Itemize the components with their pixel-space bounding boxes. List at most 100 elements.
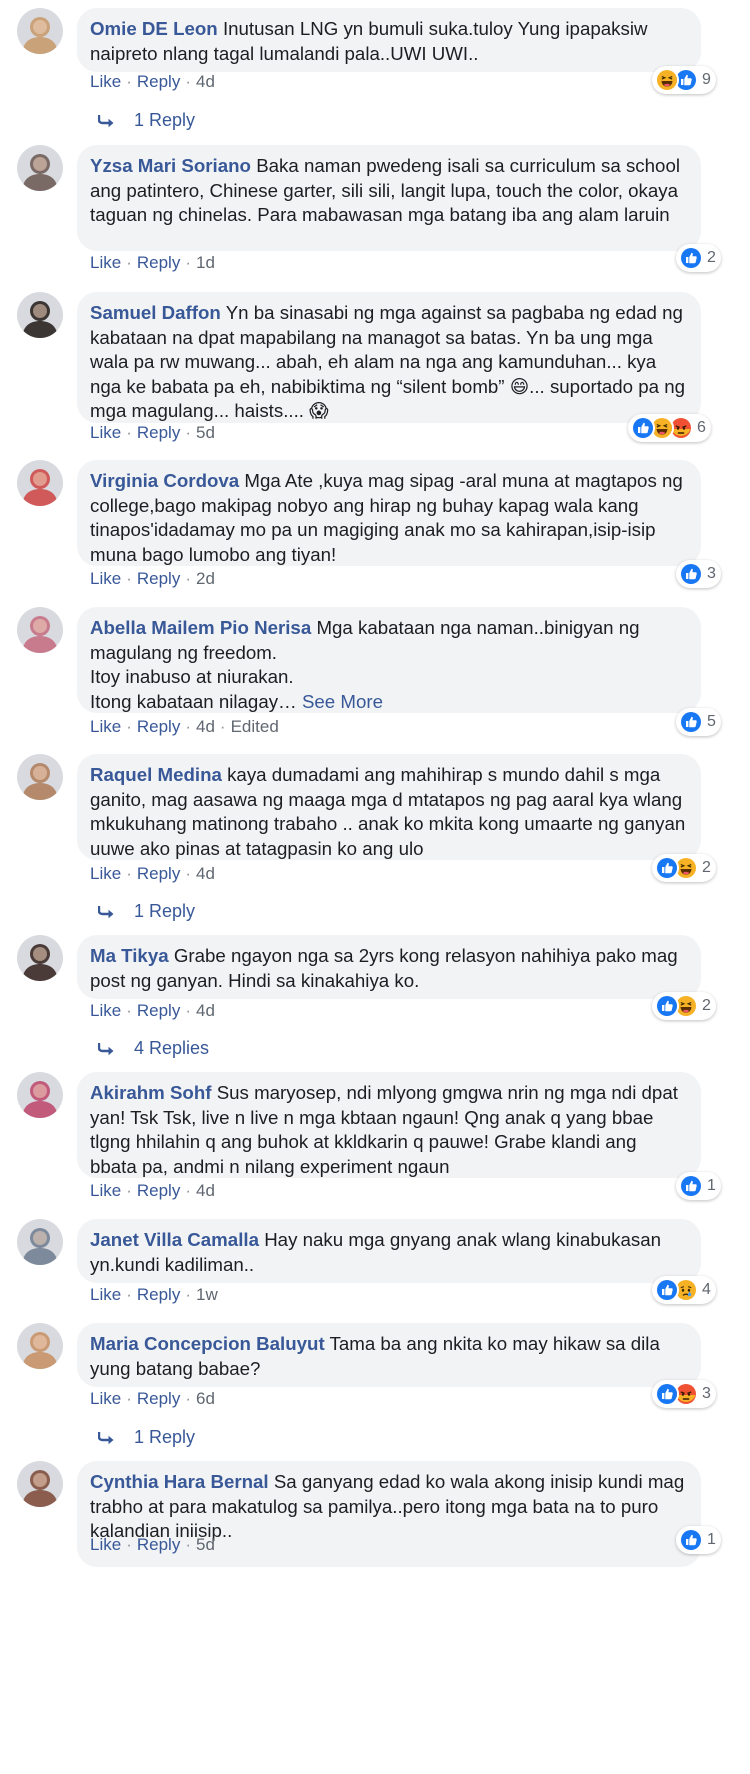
commenter-name[interactable]: Abella Mailem Pio Nerisa [90, 617, 311, 638]
reply-button[interactable]: Reply [137, 569, 180, 588]
reply-button[interactable]: Reply [137, 1389, 180, 1408]
reaction-summary[interactable]: 2 [652, 854, 716, 882]
commenter-name[interactable]: Janet Villa Camalla [90, 1229, 259, 1250]
view-replies-link[interactable]: 1 Reply [98, 901, 195, 922]
avatar[interactable] [17, 1323, 63, 1369]
view-replies-link[interactable]: 4 Replies [98, 1038, 209, 1059]
comment-actions: Like · Reply · 1d [90, 253, 215, 273]
reply-button[interactable]: Reply [137, 72, 180, 91]
separator-dot: · [185, 569, 191, 588]
like-button[interactable]: Like [90, 1389, 121, 1408]
comment-timestamp[interactable]: 4d [196, 1181, 215, 1200]
comment-timestamp[interactable]: 5d [196, 1535, 215, 1554]
reaction-summary[interactable]: 3 [676, 560, 721, 588]
reaction-summary[interactable]: 1 [676, 1172, 721, 1200]
commenter-name[interactable]: Omie DE Leon [90, 18, 218, 39]
commenter-name[interactable]: Raquel Medina [90, 764, 222, 785]
comment-timestamp[interactable]: 4d [196, 864, 215, 883]
reaction-summary[interactable]: 3 [652, 1380, 716, 1408]
separator-dot: · [219, 717, 226, 736]
edited-label[interactable]: Edited [231, 717, 279, 736]
like-reaction-icon [679, 246, 703, 270]
separator-dot: · [126, 864, 132, 883]
avatar[interactable] [17, 607, 63, 653]
separator-dot: · [126, 1181, 132, 1200]
like-button[interactable]: Like [90, 864, 121, 883]
separator-dot: · [126, 717, 132, 736]
like-button[interactable]: Like [90, 1285, 121, 1304]
like-button[interactable]: Like [90, 569, 121, 588]
avatar[interactable] [17, 292, 63, 338]
reaction-summary[interactable]: 4 [652, 1276, 716, 1304]
reaction-summary[interactable]: 1 [676, 1526, 721, 1554]
comment-actions: Like · Reply · 4d [90, 72, 215, 92]
comment-timestamp[interactable]: 5d [196, 423, 215, 442]
reply-button[interactable]: Reply [137, 253, 180, 272]
commenter-name[interactable]: Ma Tikya [90, 945, 169, 966]
avatar[interactable] [17, 935, 63, 981]
see-more-link[interactable]: See More [302, 691, 383, 712]
separator-dot: · [185, 72, 191, 91]
reply-arrow-icon [98, 1431, 114, 1444]
like-reaction-icon [655, 994, 679, 1018]
reaction-count: 2 [707, 249, 716, 266]
like-button[interactable]: Like [90, 1001, 121, 1020]
like-button[interactable]: Like [90, 423, 121, 442]
commenter-name[interactable]: Akirahm Sohf [90, 1082, 212, 1103]
like-button[interactable]: Like [90, 253, 121, 272]
avatar[interactable] [17, 460, 63, 506]
commenter-name[interactable]: Samuel Daffon [90, 302, 221, 323]
reaction-count: 3 [702, 1385, 711, 1402]
commenter-name[interactable]: Yzsa Mari Soriano [90, 155, 251, 176]
like-button[interactable]: Like [90, 717, 121, 736]
reaction-count: 1 [707, 1177, 716, 1194]
reply-button[interactable]: Reply [137, 1535, 180, 1554]
reply-button[interactable]: Reply [137, 1285, 180, 1304]
reply-button[interactable]: Reply [137, 423, 180, 442]
comment-timestamp[interactable]: 2d [196, 569, 215, 588]
like-button[interactable]: Like [90, 72, 121, 91]
reaction-summary[interactable]: 2 [652, 992, 716, 1020]
reaction-summary[interactable]: 2 [676, 244, 721, 272]
reply-button[interactable]: Reply [137, 717, 180, 736]
avatar[interactable] [17, 754, 63, 800]
reply-button[interactable]: Reply [137, 864, 180, 883]
avatar[interactable] [17, 8, 63, 54]
comment-timestamp[interactable]: 6d [196, 1389, 215, 1408]
reply-button[interactable]: Reply [137, 1181, 180, 1200]
separator-dot: · [185, 717, 191, 736]
comment-actions: Like · Reply · 4d · Edited [90, 717, 279, 737]
comment-actions: Like · Reply · 1w [90, 1285, 218, 1305]
like-button[interactable]: Like [90, 1535, 121, 1554]
reaction-summary[interactable]: 5 [676, 708, 721, 736]
reaction-summary[interactable]: 9 [652, 66, 716, 94]
commenter-name[interactable]: Virginia Cordova [90, 470, 239, 491]
comment-actions: Like · Reply · 4d [90, 864, 215, 884]
reply-arrow-icon [98, 1042, 114, 1055]
comment-bubble: Akirahm Sohf Sus maryosep, ndi mlyong gm… [77, 1072, 701, 1178]
avatar[interactable] [17, 1072, 63, 1118]
comment-actions: Like · Reply · 5d [90, 1535, 215, 1555]
view-replies-link[interactable]: 1 Reply [98, 110, 195, 131]
comment-timestamp[interactable]: 4d [196, 1001, 215, 1020]
avatar[interactable] [17, 145, 63, 191]
comment-timestamp[interactable]: 1w [196, 1285, 218, 1304]
view-replies-link[interactable]: 1 Reply [98, 1427, 195, 1448]
comment-timestamp[interactable]: 4d [196, 717, 215, 736]
comment-bubble: Yzsa Mari Soriano Baka naman pwedeng isa… [77, 145, 701, 251]
like-button[interactable]: Like [90, 1181, 121, 1200]
comment-timestamp[interactable]: 1d [196, 253, 215, 272]
comment-actions: Like · Reply · 6d [90, 1389, 215, 1409]
commenter-name[interactable]: Cynthia Hara Bernal [90, 1471, 269, 1492]
comment-timestamp[interactable]: 4d [196, 72, 215, 91]
avatar[interactable] [17, 1219, 63, 1265]
separator-dot: · [185, 1001, 191, 1020]
comment-bubble: Maria Concepcion Baluyut Tama ba ang nki… [77, 1323, 701, 1387]
reaction-summary[interactable]: 6 [628, 414, 711, 442]
avatar[interactable] [17, 1461, 63, 1507]
like-reaction-icon [679, 710, 703, 734]
reaction-count: 4 [702, 1281, 711, 1298]
reply-button[interactable]: Reply [137, 1001, 180, 1020]
commenter-name[interactable]: Maria Concepcion Baluyut [90, 1333, 325, 1354]
replies-count-label: 1 Reply [134, 901, 196, 921]
